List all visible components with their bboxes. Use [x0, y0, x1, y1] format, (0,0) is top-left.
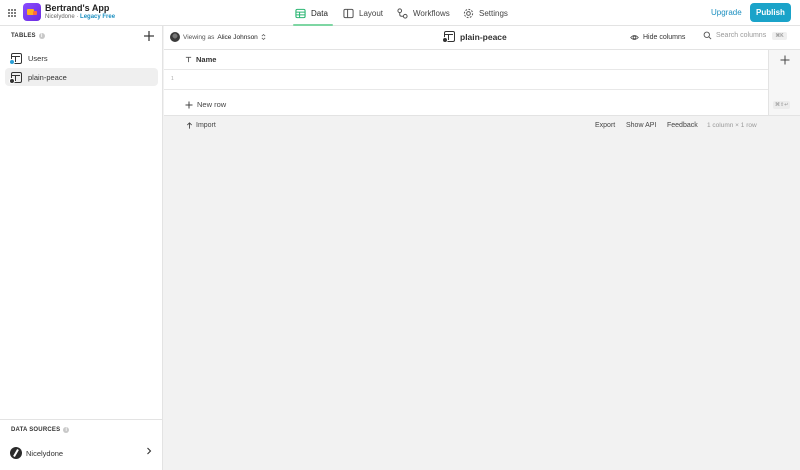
- search-shortcut: ⌘K: [772, 31, 787, 40]
- sidebar-divider: [0, 419, 163, 420]
- add-column-icon[interactable]: [780, 55, 790, 65]
- layout-icon: [343, 8, 354, 18]
- publish-button[interactable]: Publish: [750, 3, 791, 22]
- viewing-user: Alice Johnson: [217, 33, 258, 41]
- add-column-panel: ⌘⇧↵: [768, 50, 800, 116]
- nav-tab-layout-label: Layout: [359, 8, 384, 18]
- data-source-item-nicelydone[interactable]: Nicelydone: [10, 446, 156, 460]
- grid-footer: Import Export Show API Feedback 1 column…: [164, 117, 800, 135]
- app-separator: ·: [76, 14, 79, 20]
- sidebar: TABLES i Users plain-peace DATA SOURCES …: [0, 26, 163, 470]
- chevron-right-icon[interactable]: [145, 447, 153, 455]
- table-row[interactable]: 1: [164, 70, 768, 90]
- search-columns-field[interactable]: Search columns ⌘K: [703, 31, 787, 40]
- nav-tab-settings[interactable]: Settings: [463, 0, 508, 26]
- viewing-as-selector[interactable]: Viewing as Alice Johnson: [170, 32, 266, 42]
- new-row-label: New row: [197, 100, 227, 109]
- info-icon[interactable]: i: [38, 33, 45, 39]
- add-table-icon[interactable]: [143, 30, 155, 42]
- info-icon[interactable]: i: [63, 427, 70, 433]
- avatar: [170, 32, 180, 42]
- sidebar-item-plain-peace[interactable]: plain-peace: [5, 68, 158, 86]
- users-table-icon: [9, 52, 22, 65]
- data-sources-heading: DATA SOURCES i: [11, 427, 70, 433]
- nav-tab-workflows-label: Workflows: [413, 8, 450, 18]
- show-api-link[interactable]: Show API: [626, 122, 656, 129]
- import-button[interactable]: Import: [186, 122, 216, 129]
- grid-summary: 1 column × 1 row: [707, 122, 757, 129]
- app-logo[interactable]: [23, 3, 41, 21]
- hide-columns-button[interactable]: Hide columns: [630, 33, 685, 42]
- import-label: Import: [196, 122, 216, 129]
- search-icon: [703, 31, 712, 40]
- new-row-button[interactable]: New row: [185, 100, 226, 109]
- workflow-icon: [397, 7, 408, 19]
- gear-icon: [463, 8, 474, 18]
- hide-columns-label: Hide columns: [643, 34, 686, 41]
- app-name[interactable]: Bertrand's App: [45, 3, 109, 13]
- nav-tab-layout[interactable]: Layout: [343, 0, 383, 26]
- sidebar-item-users[interactable]: Users: [5, 49, 158, 67]
- table-icon: [9, 71, 22, 84]
- data-source-icon: [10, 447, 22, 459]
- table-title-label: plain-peace: [460, 31, 507, 42]
- app-subtitle: Nicelydone · Legacy Free: [45, 14, 115, 20]
- nav-tab-data-label: Data: [311, 8, 328, 18]
- column-header-label: Name: [196, 55, 217, 64]
- table-icon: [442, 31, 455, 43]
- data-source-label: Nicelydone: [26, 448, 64, 458]
- column-header-row: Name: [164, 50, 768, 70]
- viewing-prefix: Viewing as: [183, 33, 215, 41]
- top-bar: Bertrand's App Nicelydone · Legacy Free …: [0, 0, 800, 26]
- apps-grid-icon[interactable]: [8, 9, 16, 17]
- tables-heading: TABLES i: [11, 33, 45, 39]
- sidebar-item-label: plain-peace: [28, 72, 67, 82]
- arrow-up-icon: [187, 122, 192, 129]
- eye-icon: [630, 35, 639, 40]
- app-owner: Nicelydone: [45, 14, 75, 20]
- feedback-link[interactable]: Feedback: [667, 122, 698, 129]
- tables-heading-label: TABLES: [11, 33, 36, 39]
- nav-tab-settings-label: Settings: [479, 8, 508, 18]
- export-link[interactable]: Export: [595, 122, 615, 129]
- nav-tab-workflows[interactable]: Workflows: [397, 0, 450, 26]
- data-toolbar: Viewing as Alice Johnson plain-peace Hid…: [164, 26, 800, 50]
- table-grid-icon: [295, 8, 306, 18]
- search-columns-placeholder: Search columns: [716, 32, 767, 39]
- chevron-up-down-icon: [261, 33, 266, 41]
- plan-badge[interactable]: Legacy Free: [80, 14, 115, 20]
- sidebar-item-label: Users: [28, 53, 48, 63]
- column-header-name[interactable]: Name: [185, 55, 216, 64]
- data-grid: Name 1 New row: [164, 50, 768, 116]
- text-type-icon: [185, 56, 192, 63]
- data-sources-heading-label: DATA SOURCES: [11, 427, 61, 433]
- table-title: plain-peace: [442, 31, 507, 43]
- row-number: 1: [171, 76, 174, 82]
- plus-icon: [185, 101, 193, 108]
- new-row-shortcut: ⌘⇧↵: [773, 101, 791, 109]
- upgrade-link[interactable]: Upgrade: [711, 8, 742, 17]
- nav-tab-data[interactable]: Data: [295, 0, 328, 26]
